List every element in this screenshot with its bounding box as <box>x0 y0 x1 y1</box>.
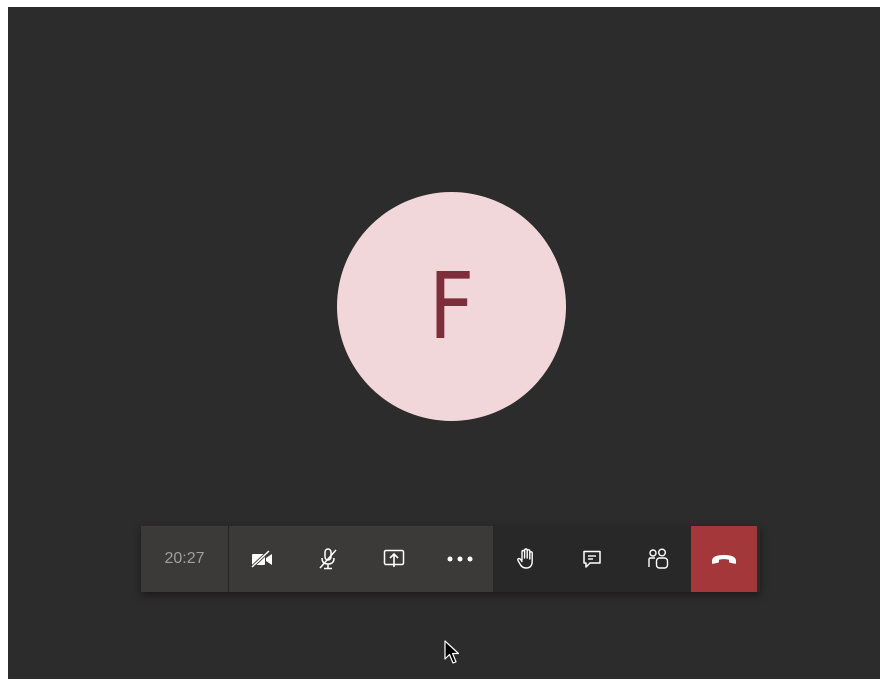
hang-up-button[interactable] <box>691 526 757 592</box>
participants-button[interactable] <box>625 526 691 592</box>
more-icon <box>447 556 473 562</box>
share-screen-icon <box>383 549 405 567</box>
hang-up-icon <box>712 555 736 564</box>
call-controls-primary: 20:27 <box>141 526 493 592</box>
avatar-initial: F <box>428 252 475 360</box>
share-screen-button[interactable] <box>361 526 427 592</box>
video-off-icon <box>251 550 272 568</box>
raise-hand-icon <box>517 548 533 569</box>
more-actions-button[interactable] <box>427 526 493 592</box>
mouse-pointer-icon <box>444 640 460 671</box>
participant-avatar: F <box>337 192 566 421</box>
participants-icon <box>648 548 669 569</box>
mic-toggle-button[interactable] <box>295 526 361 592</box>
chat-button[interactable] <box>559 526 625 592</box>
call-timer: 20:27 <box>141 526 229 592</box>
chat-icon <box>583 550 601 568</box>
meeting-stage: F 20:27 <box>8 7 880 679</box>
call-controls-toolbar: 20:27 <box>141 526 760 592</box>
call-controls-secondary <box>493 526 691 592</box>
raise-hand-button[interactable] <box>493 526 559 592</box>
mic-off-icon <box>319 548 337 570</box>
camera-toggle-button[interactable] <box>229 526 295 592</box>
